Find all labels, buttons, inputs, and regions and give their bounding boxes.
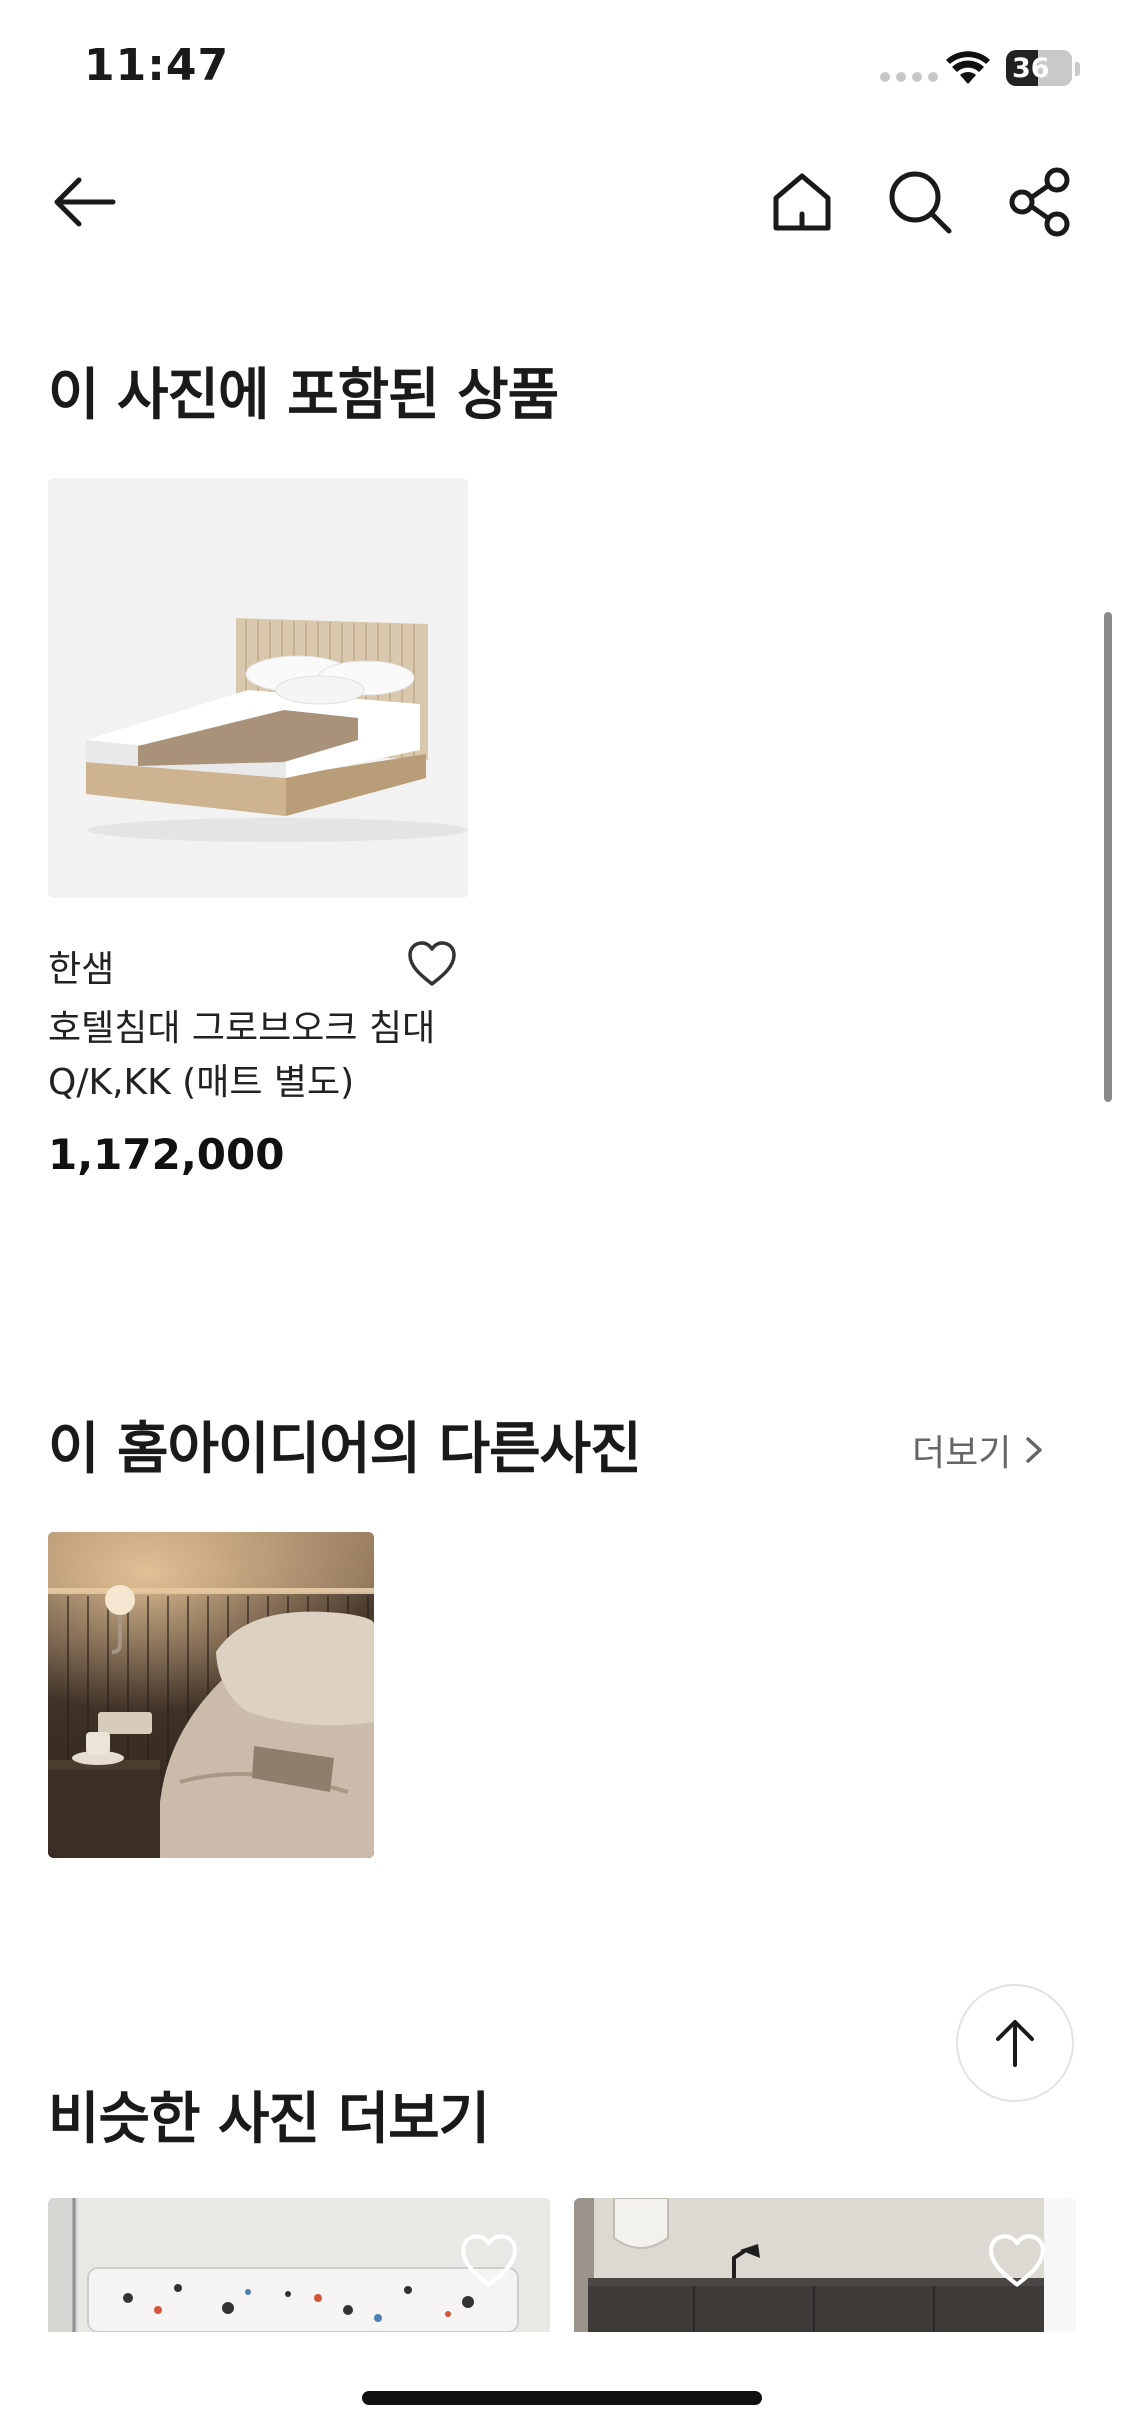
share-icon: [1009, 167, 1070, 237]
back-button[interactable]: [44, 162, 124, 242]
cellular-signal-icon: [880, 72, 938, 82]
similar-photo-card[interactable]: [48, 2198, 550, 2332]
wifi-icon: [946, 51, 990, 84]
similar-photo-card[interactable]: [574, 2198, 1076, 2332]
heart-icon[interactable]: [456, 2228, 522, 2294]
scroll-to-top-button[interactable]: [956, 1984, 1074, 2102]
battery-level: 36: [1012, 52, 1050, 84]
bedroom-photo-illustration: [48, 1532, 374, 1858]
arrow-up-icon: [996, 2020, 1034, 2067]
search-button[interactable]: [880, 162, 960, 242]
product-brand: 한샘: [48, 949, 115, 990]
chevron-right-icon: [1026, 1437, 1043, 1463]
home-button[interactable]: [762, 162, 842, 242]
home-idea-photo[interactable]: [48, 1532, 374, 1858]
status-time: 11:47: [84, 40, 230, 91]
similar-photos-section-title: 비슷한 사진 더보기: [48, 2087, 490, 2152]
search-icon: [889, 171, 952, 234]
product-name[interactable]: 호텔침대 그로브오크 침대 Q/K,KK (매트 별도): [48, 1002, 468, 1110]
vertical-scrollbar[interactable]: [1104, 612, 1112, 1102]
products-section-title: 이 사진에 포함된 상품: [48, 363, 559, 428]
bed-product-illustration: [48, 478, 468, 898]
navigation-bar: [0, 150, 1125, 260]
share-button[interactable]: [1000, 162, 1080, 242]
battery-cap: [1075, 62, 1080, 76]
arrow-left-icon: [54, 177, 116, 227]
battery-icon: 36: [1006, 50, 1072, 86]
home-icon: [773, 173, 831, 231]
product-price: 1,172,000: [48, 1130, 285, 1179]
heart-icon[interactable]: [404, 936, 460, 992]
other-photos-section-title: 이 홈아이디어의 다른사진: [48, 1417, 642, 1482]
home-indicator[interactable]: [362, 2391, 762, 2405]
product-image[interactable]: [48, 478, 468, 898]
heart-icon[interactable]: [984, 2228, 1050, 2294]
more-link-label: 더보기: [912, 1433, 1012, 1474]
status-bar: 11:47 36: [0, 0, 1125, 140]
more-link[interactable]: 더보기: [912, 1424, 1043, 1476]
